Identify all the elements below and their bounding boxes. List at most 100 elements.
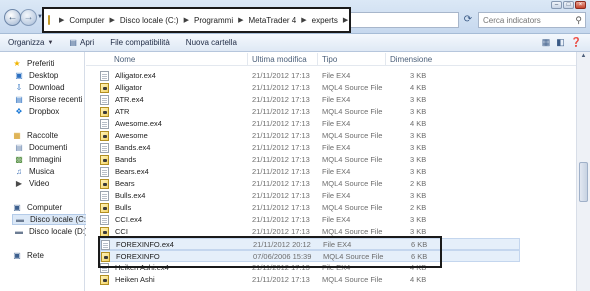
file-size: 2 KB [410, 179, 427, 188]
nav-documents[interactable]: ▤ Documenti [14, 143, 67, 152]
nav-libraries-label: Raccolte [27, 131, 59, 140]
folder-icon [48, 15, 50, 25]
file-name: Heiken Ashi.ex4 [115, 263, 169, 272]
file-type: MQL4 Source File [322, 131, 383, 140]
file-date: 21/11/2012 17:13 [252, 275, 310, 284]
nav-recent[interactable]: ▤ Risorse recenti [14, 95, 82, 104]
breadcrumb-computer[interactable]: Computer [69, 16, 104, 25]
file-date: 21/11/2012 17:13 [252, 155, 310, 164]
refresh-icon[interactable]: ⟳ [461, 12, 475, 28]
nav-desktop[interactable]: ▣ Desktop [14, 71, 58, 80]
back-button[interactable]: ← [4, 9, 21, 26]
minimize-button[interactable]: – [551, 1, 562, 9]
search-box[interactable]: ⚲ [478, 12, 586, 28]
forward-button[interactable]: → [20, 9, 37, 26]
file-row[interactable]: Bears 21/11/2012 17:13 MQL4 Source File 2 K… [100, 178, 520, 190]
file-row[interactable]: Bears.ex4 21/11/2012 17:13 File EX4 3 KB [100, 166, 520, 178]
organize-label: Organizza [8, 38, 45, 47]
file-type: File EX4 [322, 71, 351, 80]
compatibility-files-button[interactable]: File compatibilità [102, 38, 178, 47]
breadcrumb-disk-c[interactable]: Disco locale (C:) [120, 16, 179, 25]
search-icon[interactable]: ⚲ [575, 15, 582, 26]
nav-dropbox[interactable]: ❖ Dropbox [14, 107, 59, 116]
close-button[interactable]: × [575, 1, 586, 9]
breadcrumb-experts[interactable]: experts [312, 16, 338, 25]
file-row[interactable]: Alligator.ex4 21/11/2012 17:13 File EX4 3 K… [100, 70, 520, 82]
nav-download-label: Download [29, 83, 65, 92]
file-row[interactable]: Bands 21/11/2012 17:13 MQL4 Source File 3 K… [100, 154, 520, 166]
address-bar[interactable]: ▶ Computer ▶ Disco locale (C:) ▶ Program… [42, 7, 388, 33]
chevron-right-icon[interactable]: ▶ [301, 16, 306, 24]
file-type: MQL4 Source File [322, 179, 383, 188]
file-row[interactable]: Bands.ex4 21/11/2012 17:13 File EX4 3 KB [100, 142, 520, 154]
chevron-right-icon[interactable]: ▶ [184, 16, 189, 24]
file-row[interactable]: Alligator 21/11/2012 17:13 MQL4 Source Fil… [100, 82, 520, 94]
file-row[interactable]: Bulls 21/11/2012 17:13 MQL4 Source File 2 K… [100, 202, 520, 214]
file-name: Bulls.ex4 [115, 191, 146, 200]
maximize-button[interactable]: □ [563, 1, 574, 9]
file-row[interactable]: Heiken Ashi.ex4 21/11/2012 17:13 File EX4 4… [100, 262, 520, 274]
file-row[interactable]: ATR 21/11/2012 17:13 MQL4 Source File 3 KB [100, 106, 520, 118]
disk-icon: ▬ [16, 215, 24, 224]
file-row[interactable]: FOREXINFO.ex4 21/11/2012 20:12 File EX4 6 K… [100, 238, 520, 250]
file-date: 21/11/2012 17:13 [252, 83, 310, 92]
open-label: Apri [79, 38, 95, 47]
file-name: Heiken Ashi [115, 275, 155, 284]
open-button[interactable]: ▤ Apri [61, 38, 102, 47]
file-list: Nome Ultima modifica Tipo Dimensione All… [86, 52, 590, 291]
file-size: 3 KB [410, 191, 427, 200]
nav-favorites[interactable]: ★ Preferiti [12, 59, 54, 68]
new-folder-button[interactable]: Nuova cartella [178, 38, 245, 47]
nav-video[interactable]: ▶ Video [14, 179, 49, 188]
file-row[interactable]: ATR.ex4 21/11/2012 17:13 File EX4 3 KB [100, 94, 520, 106]
nav-download[interactable]: ⇩ Download [14, 83, 65, 92]
source-file-icon [100, 275, 109, 285]
file-row[interactable]: Awesome.ex4 21/11/2012 17:13 File EX4 4 KB [100, 118, 520, 130]
file-icon [101, 240, 110, 250]
file-row[interactable]: CCI.ex4 21/11/2012 17:13 File EX4 3 KB [100, 214, 520, 226]
file-row[interactable]: FOREXINFO 07/06/2006 15:39 MQL4 Source Fil… [100, 250, 520, 262]
column-modified[interactable]: Ultima modifica [252, 55, 307, 64]
nav-music[interactable]: ♫ Musica [14, 167, 54, 176]
file-icon [100, 263, 109, 273]
file-type: MQL4 Source File [322, 155, 383, 164]
file-size: 6 KB [411, 240, 428, 249]
file-name: Bands [115, 155, 137, 164]
file-row[interactable]: Bulls.ex4 21/11/2012 17:13 File EX4 3 KB [100, 190, 520, 202]
column-name[interactable]: Nome [114, 55, 135, 64]
nav-disk-d[interactable]: ▬ Disco locale (D:) [14, 227, 88, 236]
chevron-right-icon[interactable]: ▶ [110, 16, 115, 24]
nav-images[interactable]: ▩ Immagini [14, 155, 61, 164]
chevron-right-icon[interactable]: ▶ [238, 16, 243, 24]
file-date: 21/11/2012 17:13 [252, 191, 310, 200]
file-row[interactable]: Awesome 21/11/2012 17:13 MQL4 Source File 3… [100, 130, 520, 142]
chevron-right-icon[interactable]: ▶ [59, 16, 64, 24]
view-options-icon[interactable]: ▦ [542, 37, 551, 48]
nav-libraries[interactable]: ▦ Raccolte [12, 131, 58, 140]
nav-network[interactable]: ▣ Rete [12, 251, 44, 260]
file-type: File EX4 [323, 240, 352, 249]
file-icon [100, 191, 109, 201]
chevron-right-icon[interactable]: ▶ [343, 16, 348, 24]
file-size: 3 KB [410, 227, 427, 236]
nav-disk-c[interactable]: ▬ Disco locale (C:) [12, 214, 92, 225]
organize-button[interactable]: Organizza ▼ [0, 38, 61, 47]
file-row[interactable]: CCI 21/11/2012 17:13 MQL4 Source File 3 KB [100, 226, 520, 238]
scroll-up-icon[interactable]: ▲ [579, 53, 588, 62]
breadcrumb-metatrader[interactable]: MetaTrader 4 [249, 16, 297, 25]
scroll-thumb[interactable] [579, 162, 588, 202]
breadcrumb-programmi[interactable]: Programmi [194, 16, 233, 25]
help-icon[interactable]: ❓ [571, 37, 582, 48]
column-type[interactable]: Tipo [322, 55, 337, 64]
search-input[interactable] [483, 15, 571, 25]
file-date: 07/06/2006 15:39 [253, 252, 312, 261]
file-date: 21/11/2012 17:13 [252, 215, 310, 224]
preview-pane-icon[interactable]: ◧ [556, 37, 565, 48]
column-size[interactable]: Dimensione [390, 55, 432, 64]
file-row[interactable]: Heiken Ashi 21/11/2012 17:13 MQL4 Source F… [100, 274, 520, 286]
file-size: 3 KB [410, 131, 427, 140]
nav-computer[interactable]: ▣ Computer [12, 203, 62, 212]
address-bar-extension[interactable] [351, 12, 459, 28]
file-size: 2 KB [410, 203, 427, 212]
vertical-scrollbar[interactable]: ▲ [576, 52, 590, 291]
